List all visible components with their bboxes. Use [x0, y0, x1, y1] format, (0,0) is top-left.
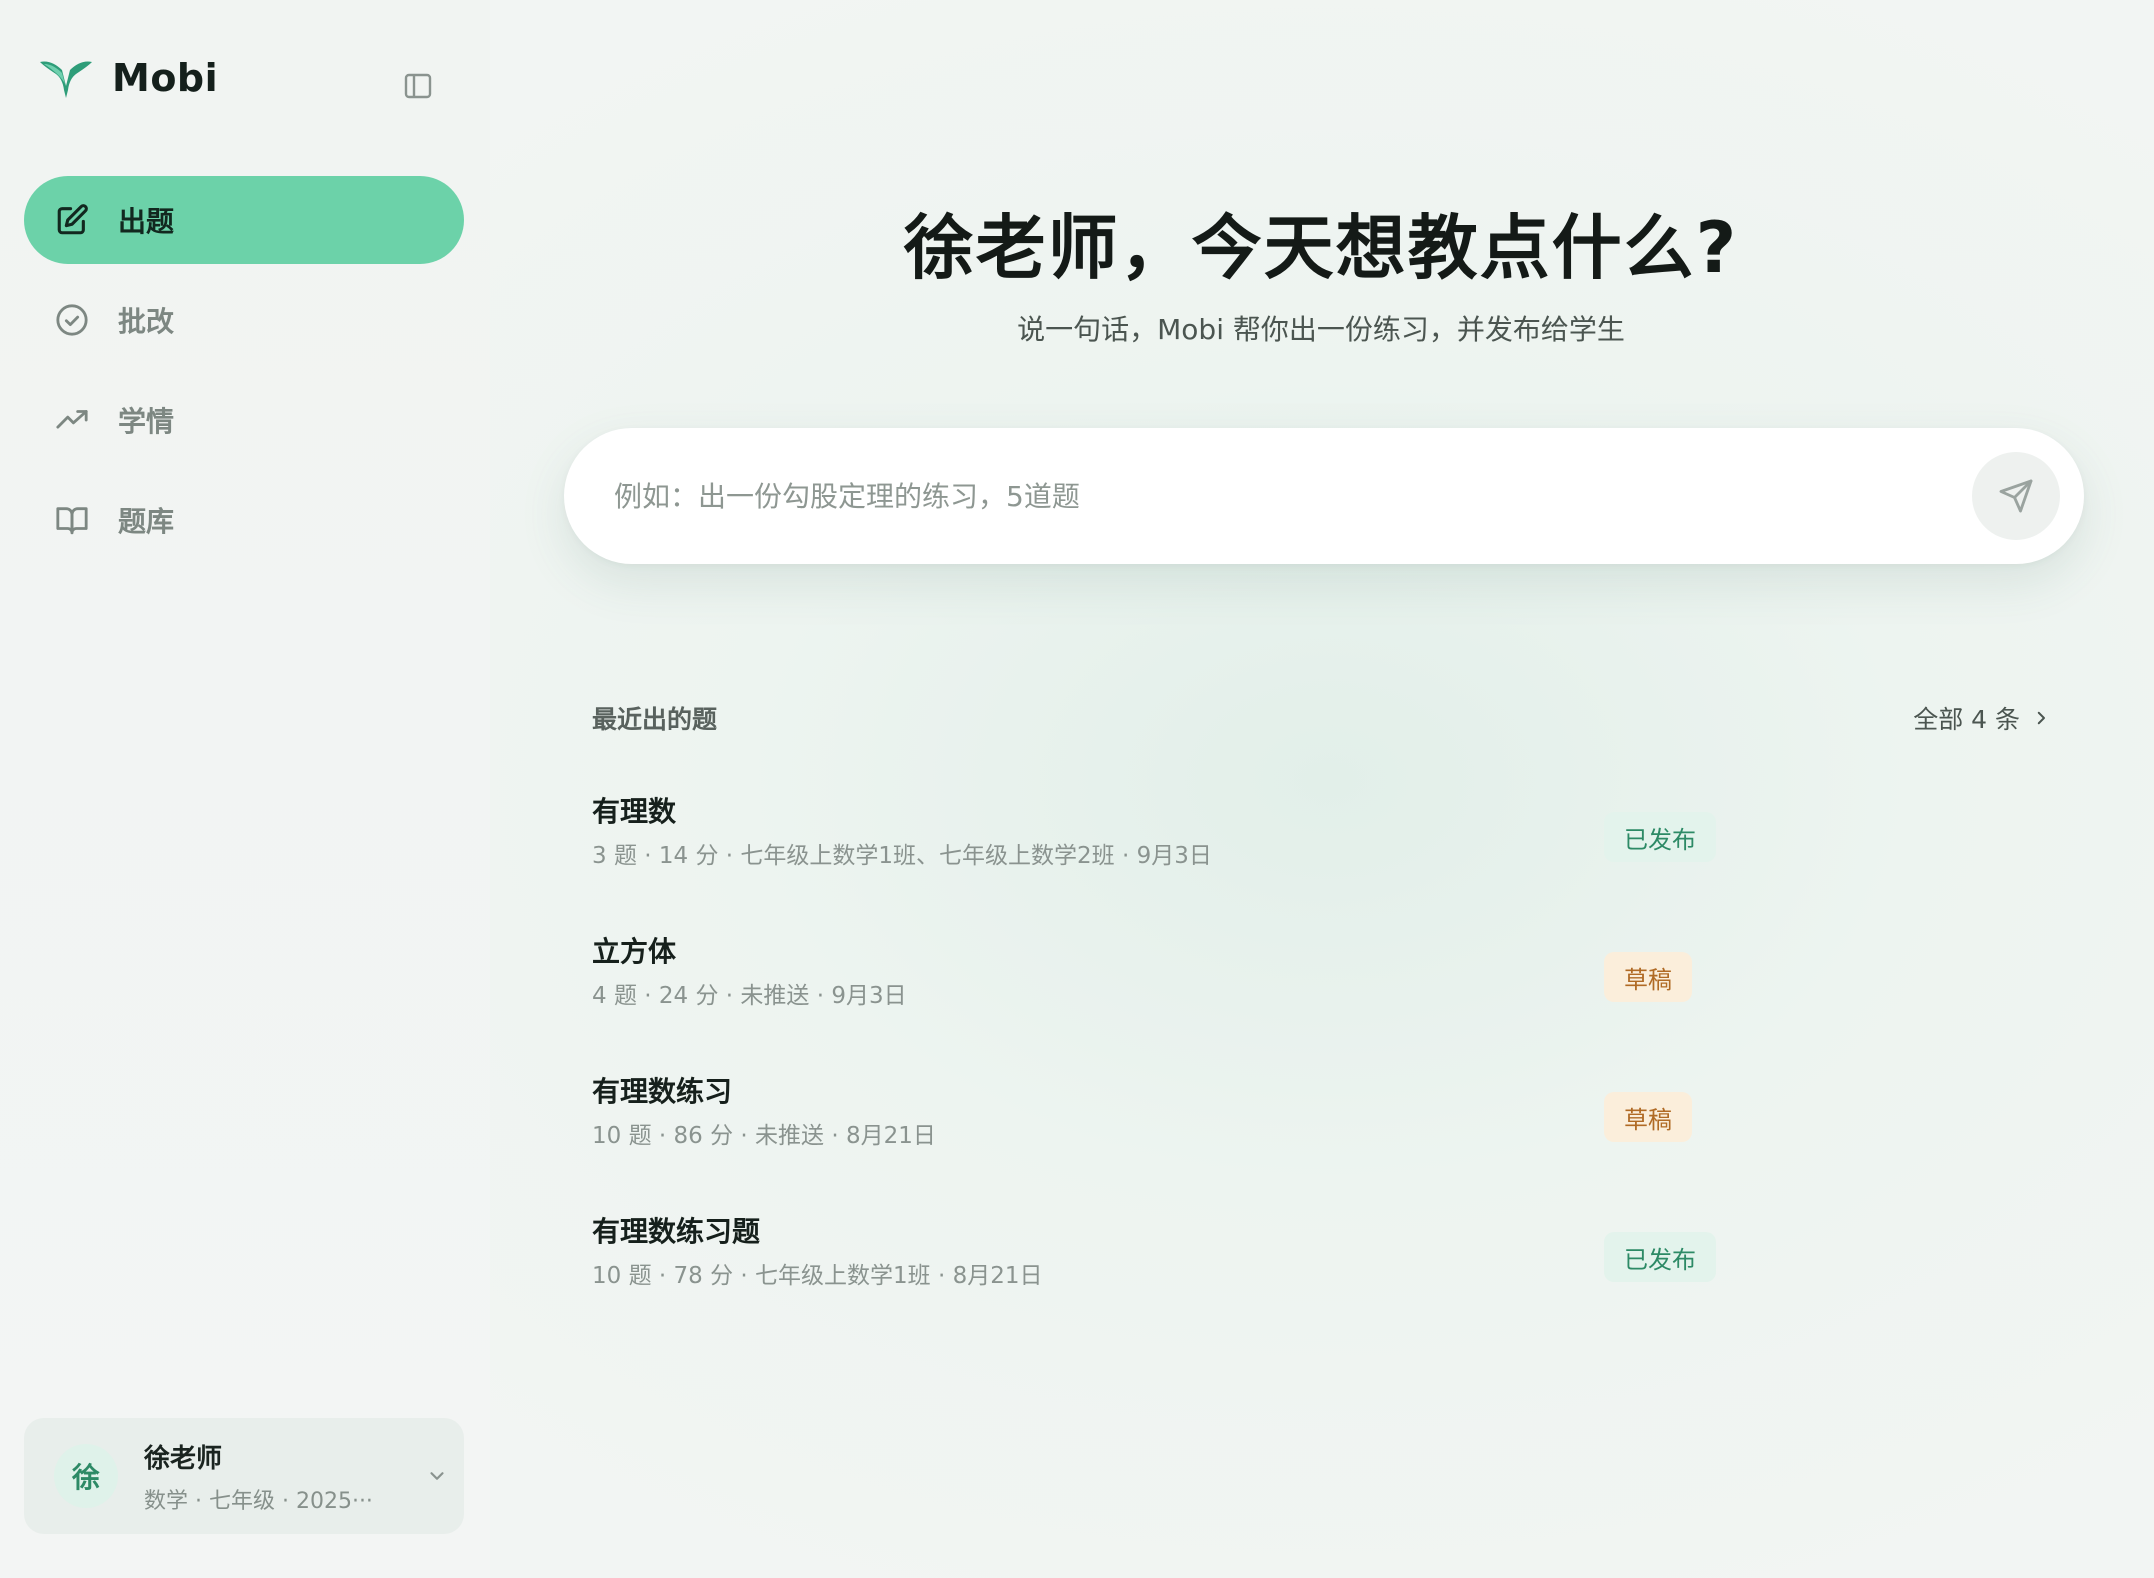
status-badge: 已发布: [1604, 1232, 1716, 1282]
sidebar-item-question-bank[interactable]: 题库: [24, 476, 464, 564]
sidebar-collapse-button[interactable]: [398, 66, 438, 106]
prompt-input[interactable]: [612, 478, 1972, 514]
brand[interactable]: Mobi: [38, 56, 218, 100]
chevron-right-icon: [2032, 708, 2052, 728]
item-title: 有理数练习题: [592, 1215, 761, 1248]
book-open-icon: [54, 502, 90, 538]
user-profile-card[interactable]: 徐 徐老师 数学 · 七年级 · 2025···: [24, 1418, 464, 1534]
view-all-link[interactable]: 全部 4 条: [1913, 700, 2052, 736]
edit-icon: [54, 202, 90, 238]
item-meta: 3 题 · 14 分 · 七年级上数学1班、七年级上数学2班 · 9月3日: [592, 843, 1212, 869]
avatar: 徐: [54, 1444, 118, 1508]
app-name: Mobi: [112, 56, 219, 100]
send-icon: [1999, 479, 2033, 513]
list-item[interactable]: 有理数练习题 10 题 · 78 分 · 七年级上数学1班 · 8月21日 已发…: [592, 1208, 1732, 1348]
check-circle-icon: [54, 302, 90, 338]
view-all-label: 全部 4 条: [1913, 705, 2020, 734]
user-info: 徐老师 数学 · 七年级 · 2025···: [144, 1438, 404, 1515]
send-button[interactable]: [1972, 452, 2060, 540]
sidebar-nav: 出题 批改 学情 题库: [24, 176, 464, 576]
item-meta: 4 题 · 24 分 · 未推送 · 9月3日: [592, 983, 907, 1009]
item-meta: 10 题 · 86 分 · 未推送 · 8月21日: [592, 1123, 936, 1149]
item-title: 立方体: [592, 935, 677, 968]
list-item[interactable]: 有理数 3 题 · 14 分 · 七年级上数学1班、七年级上数学2班 · 9月3…: [592, 788, 1732, 928]
item-title: 有理数: [592, 795, 677, 828]
page-subtitle: 说一句话，Mobi 帮你出一份练习，并发布给学生: [1017, 313, 1625, 346]
sidebar-item-label: 学情: [118, 405, 175, 438]
recent-list: 有理数 3 题 · 14 分 · 七年级上数学1班、七年级上数学2班 · 9月3…: [592, 788, 1732, 1348]
item-title: 有理数练习: [592, 1075, 733, 1108]
sidebar-item-label: 题库: [118, 505, 175, 538]
whale-tail-logo-icon: [40, 61, 92, 98]
user-meta: 数学 · 七年级 · 2025···: [144, 1488, 373, 1514]
status-badge: 已发布: [1604, 812, 1716, 862]
page-title: 徐老师，今天想教点什么?: [903, 207, 1739, 289]
sidebar-item-grading[interactable]: 批改: [24, 276, 464, 364]
item-meta: 10 题 · 78 分 · 七年级上数学1班 · 8月21日: [592, 1263, 1043, 1289]
status-badge: 草稿: [1604, 952, 1692, 1002]
status-badge: 草稿: [1604, 1092, 1692, 1142]
recent-header: 最近出的题 全部 4 条: [592, 700, 2052, 736]
sidebar: Mobi 出题 批改 学情 题库 徐 徐老师 数学 · 七年级 · 2025··…: [0, 0, 490, 1578]
sidebar-item-create[interactable]: 出题: [24, 176, 464, 264]
trending-up-icon: [54, 402, 90, 438]
recent-section-title: 最近出的题: [592, 705, 718, 734]
list-item[interactable]: 有理数练习 10 题 · 86 分 · 未推送 · 8月21日 草稿: [592, 1068, 1732, 1208]
sidebar-item-label: 批改: [118, 305, 175, 338]
user-name: 徐老师: [144, 1443, 223, 1474]
sidebar-item-label: 出题: [118, 205, 175, 238]
chevron-down-icon[interactable]: [422, 1461, 452, 1491]
list-item[interactable]: 立方体 4 题 · 24 分 · 未推送 · 9月3日 草稿: [592, 928, 1732, 1068]
sidebar-item-analytics[interactable]: 学情: [24, 376, 464, 464]
prompt-box: [564, 428, 2084, 564]
sidebar-toggle-icon: [404, 73, 432, 99]
